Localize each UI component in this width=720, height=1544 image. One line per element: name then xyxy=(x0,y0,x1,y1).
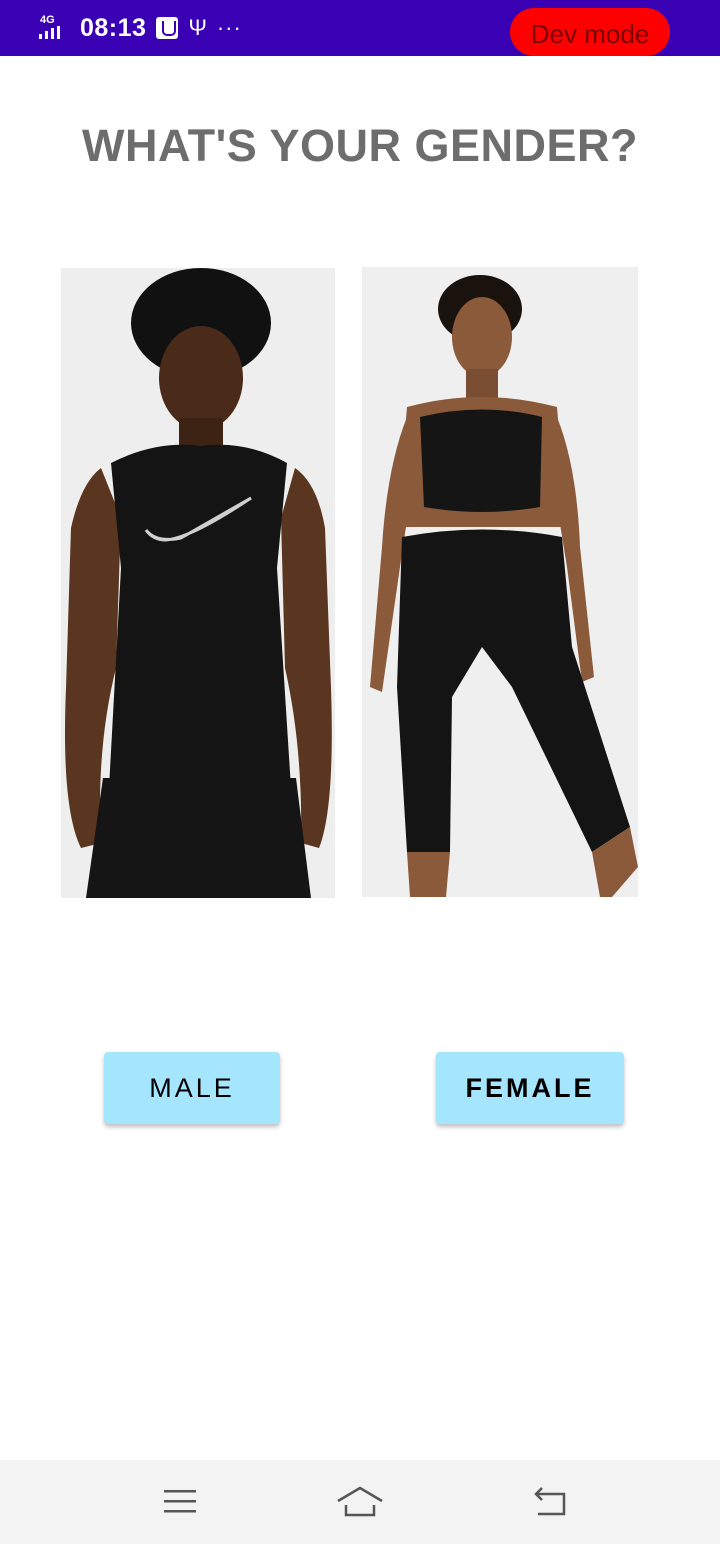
page-title: WHAT'S YOUR GENDER? xyxy=(81,120,639,171)
female-button[interactable]: FEMALE xyxy=(436,1052,624,1124)
more-notifications-icon: ··· xyxy=(216,15,242,40)
network-type: 4G xyxy=(40,14,55,26)
dev-mode-label: Dev mode xyxy=(530,18,650,49)
male-photo[interactable] xyxy=(61,268,335,898)
usb-icon: Ψ xyxy=(188,15,207,40)
status-left: 4G 08:13 Ψ ··· xyxy=(38,12,242,44)
female-model-image xyxy=(362,267,638,897)
navigation-bar xyxy=(0,1460,720,1544)
female-photo[interactable] xyxy=(362,267,638,897)
home-icon xyxy=(337,1486,383,1517)
clock: 08:13 xyxy=(80,13,147,42)
dev-mode-badge[interactable]: Dev mode xyxy=(510,8,670,56)
signal-icon: 4G xyxy=(38,14,70,42)
male-button[interactable]: MALE xyxy=(104,1052,280,1124)
back-button[interactable] xyxy=(526,1478,574,1526)
menu-button[interactable] xyxy=(156,1478,204,1526)
menu-icon xyxy=(164,1490,196,1513)
male-model-image xyxy=(61,268,335,898)
back-icon xyxy=(534,1487,566,1516)
usb-debugging-icon xyxy=(156,17,179,39)
home-button[interactable] xyxy=(336,1478,384,1526)
